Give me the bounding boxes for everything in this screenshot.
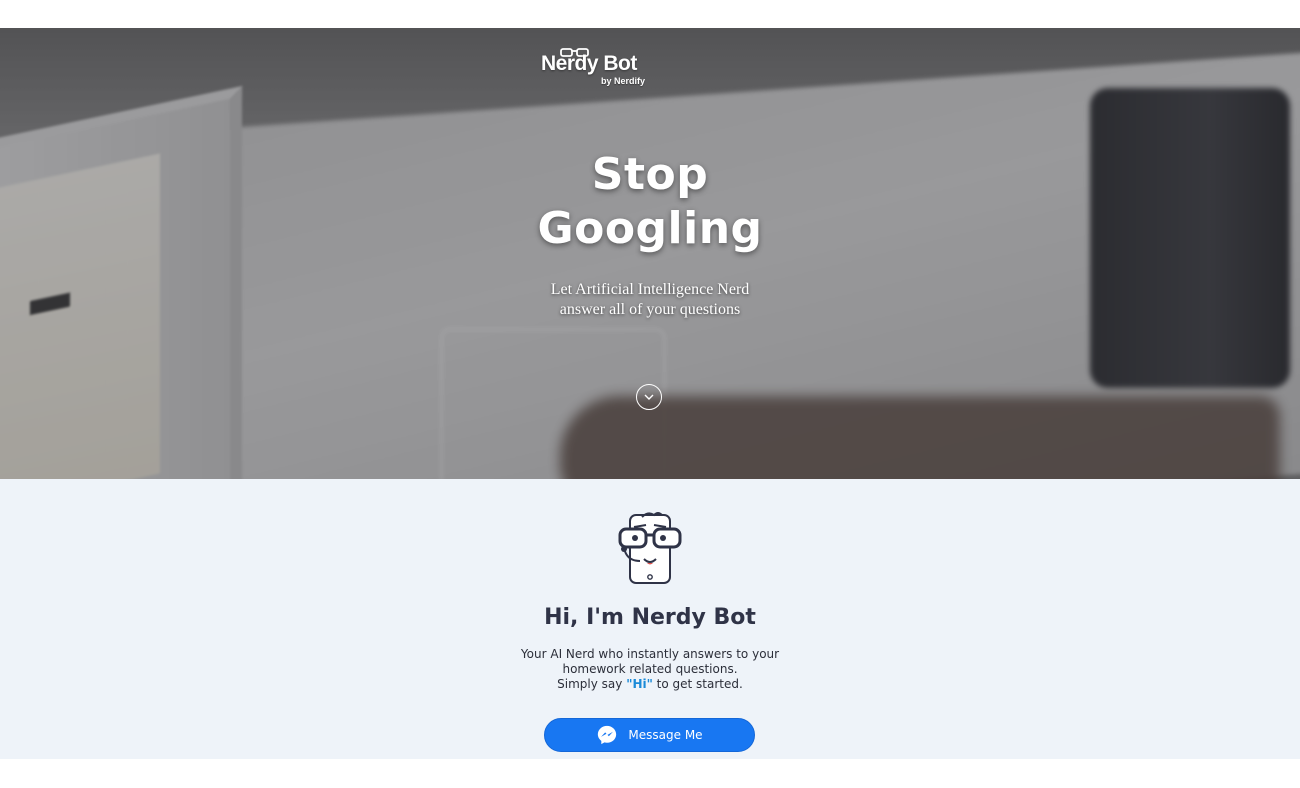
hero-subtitle-line2: answer all of your questions <box>559 301 741 318</box>
hero-title: Stop Googling <box>0 148 1300 256</box>
message-me-label: Message Me <box>628 728 703 742</box>
nerdy-bot-logo[interactable]: Nerdy Bot by Nerdify <box>541 46 651 86</box>
hero-title-line1: Stop <box>591 149 709 200</box>
message-me-button[interactable]: Message Me <box>544 718 755 752</box>
hero-subtitle: Let Artificial Intelligence Nerd answer … <box>0 280 1300 320</box>
intro-text-highlight: "Hi" <box>626 677 653 691</box>
hero-section: Nerdy Bot by Nerdify Stop Googling Let A… <box>0 28 1300 479</box>
intro-text-line2: homework related questions. <box>562 662 738 676</box>
intro-title: Hi, I'm Nerdy Bot <box>544 605 756 630</box>
intro-text-line3-prefix: Simply say <box>557 677 627 691</box>
nerdy-bot-avatar-icon <box>618 512 682 584</box>
intro-description: Your AI Nerd who instantly answers to yo… <box>0 647 1300 692</box>
top-bar <box>0 0 1300 28</box>
intro-text-line1: Your AI Nerd who instantly answers to yo… <box>520 647 780 661</box>
intro-section: Hi, I'm Nerdy Bot Your AI Nerd who insta… <box>0 479 1300 759</box>
logo-text: Nerdy Bot <box>541 52 637 75</box>
chevron-down-icon <box>644 394 654 400</box>
messenger-icon <box>598 725 617 745</box>
logo-subtext: by Nerdify <box>601 76 646 86</box>
bottom-bar <box>0 759 1300 788</box>
intro-text-line3-suffix: to get started. <box>652 677 743 691</box>
scroll-down-button[interactable] <box>636 384 662 410</box>
hero-subtitle-line1: Let Artificial Intelligence Nerd <box>550 281 750 298</box>
hero-title-line2: Googling <box>537 203 763 254</box>
